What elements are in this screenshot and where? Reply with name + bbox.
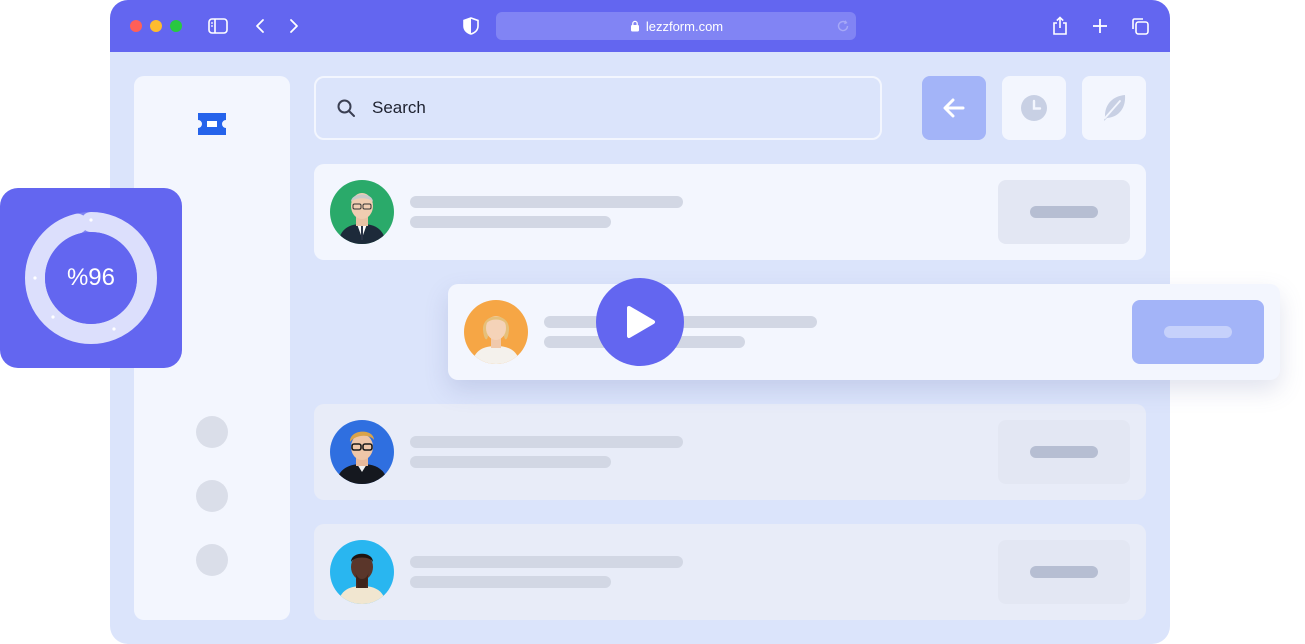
sidebar-toggle-icon[interactable] [206, 14, 230, 38]
back-button[interactable] [922, 76, 986, 140]
arrow-left-icon [943, 98, 965, 118]
reload-icon[interactable] [836, 19, 850, 33]
skeleton-title-line [410, 196, 683, 208]
progress-value: %96 [66, 264, 116, 291]
row-action-button[interactable] [998, 180, 1130, 244]
browser-titlebar: lezzform.com [110, 0, 1170, 52]
page: lezzform.com Search %96 [0, 0, 1305, 644]
history-button[interactable] [1002, 76, 1066, 140]
play-button[interactable] [596, 278, 684, 366]
tabs-overview-icon[interactable] [1128, 14, 1152, 38]
skeleton-button-label [1164, 326, 1232, 338]
lock-icon [630, 20, 639, 32]
share-icon[interactable] [1048, 14, 1072, 38]
minimize-window-button[interactable] [150, 20, 162, 32]
list-item[interactable] [314, 524, 1146, 620]
new-tab-icon[interactable] [1088, 14, 1112, 38]
compose-button[interactable] [1082, 76, 1146, 140]
row-action-button[interactable] [1132, 300, 1264, 364]
skeleton-title-line [410, 436, 683, 448]
feather-icon [1104, 95, 1126, 121]
row-action-button[interactable] [998, 540, 1130, 604]
maximize-window-button[interactable] [170, 20, 182, 32]
avatar [464, 300, 528, 364]
ticket-icon[interactable] [198, 111, 226, 137]
sidebar-item[interactable] [196, 480, 228, 512]
skeleton-button-label [1030, 206, 1098, 218]
avatar [330, 420, 394, 484]
shield-icon[interactable] [459, 14, 483, 38]
search-input[interactable]: Search [372, 98, 426, 118]
address-bar[interactable]: lezzform.com [496, 12, 856, 40]
skeleton-subtitle-line [410, 576, 611, 588]
skeleton-subtitle-line [410, 216, 611, 228]
list-item[interactable] [314, 404, 1146, 500]
close-window-button[interactable] [130, 20, 142, 32]
list-item-highlighted[interactable] [448, 284, 1280, 380]
search-bar[interactable]: Search [314, 76, 882, 140]
skeleton-button-label [1030, 566, 1098, 578]
skeleton-title-line [410, 556, 683, 568]
list-item[interactable] [314, 164, 1146, 260]
avatar [330, 180, 394, 244]
search-icon [337, 99, 355, 117]
avatar [330, 540, 394, 604]
skeleton-button-label [1030, 446, 1098, 458]
forward-nav-icon[interactable] [282, 14, 306, 38]
clock-icon [1021, 95, 1047, 121]
sidebar-item[interactable] [196, 416, 228, 448]
url-text: lezzform.com [645, 18, 724, 34]
play-icon [627, 306, 655, 338]
row-action-button[interactable] [998, 420, 1130, 484]
back-nav-icon[interactable] [248, 14, 272, 38]
skeleton-subtitle-line [410, 456, 611, 468]
sidebar-item[interactable] [196, 544, 228, 576]
